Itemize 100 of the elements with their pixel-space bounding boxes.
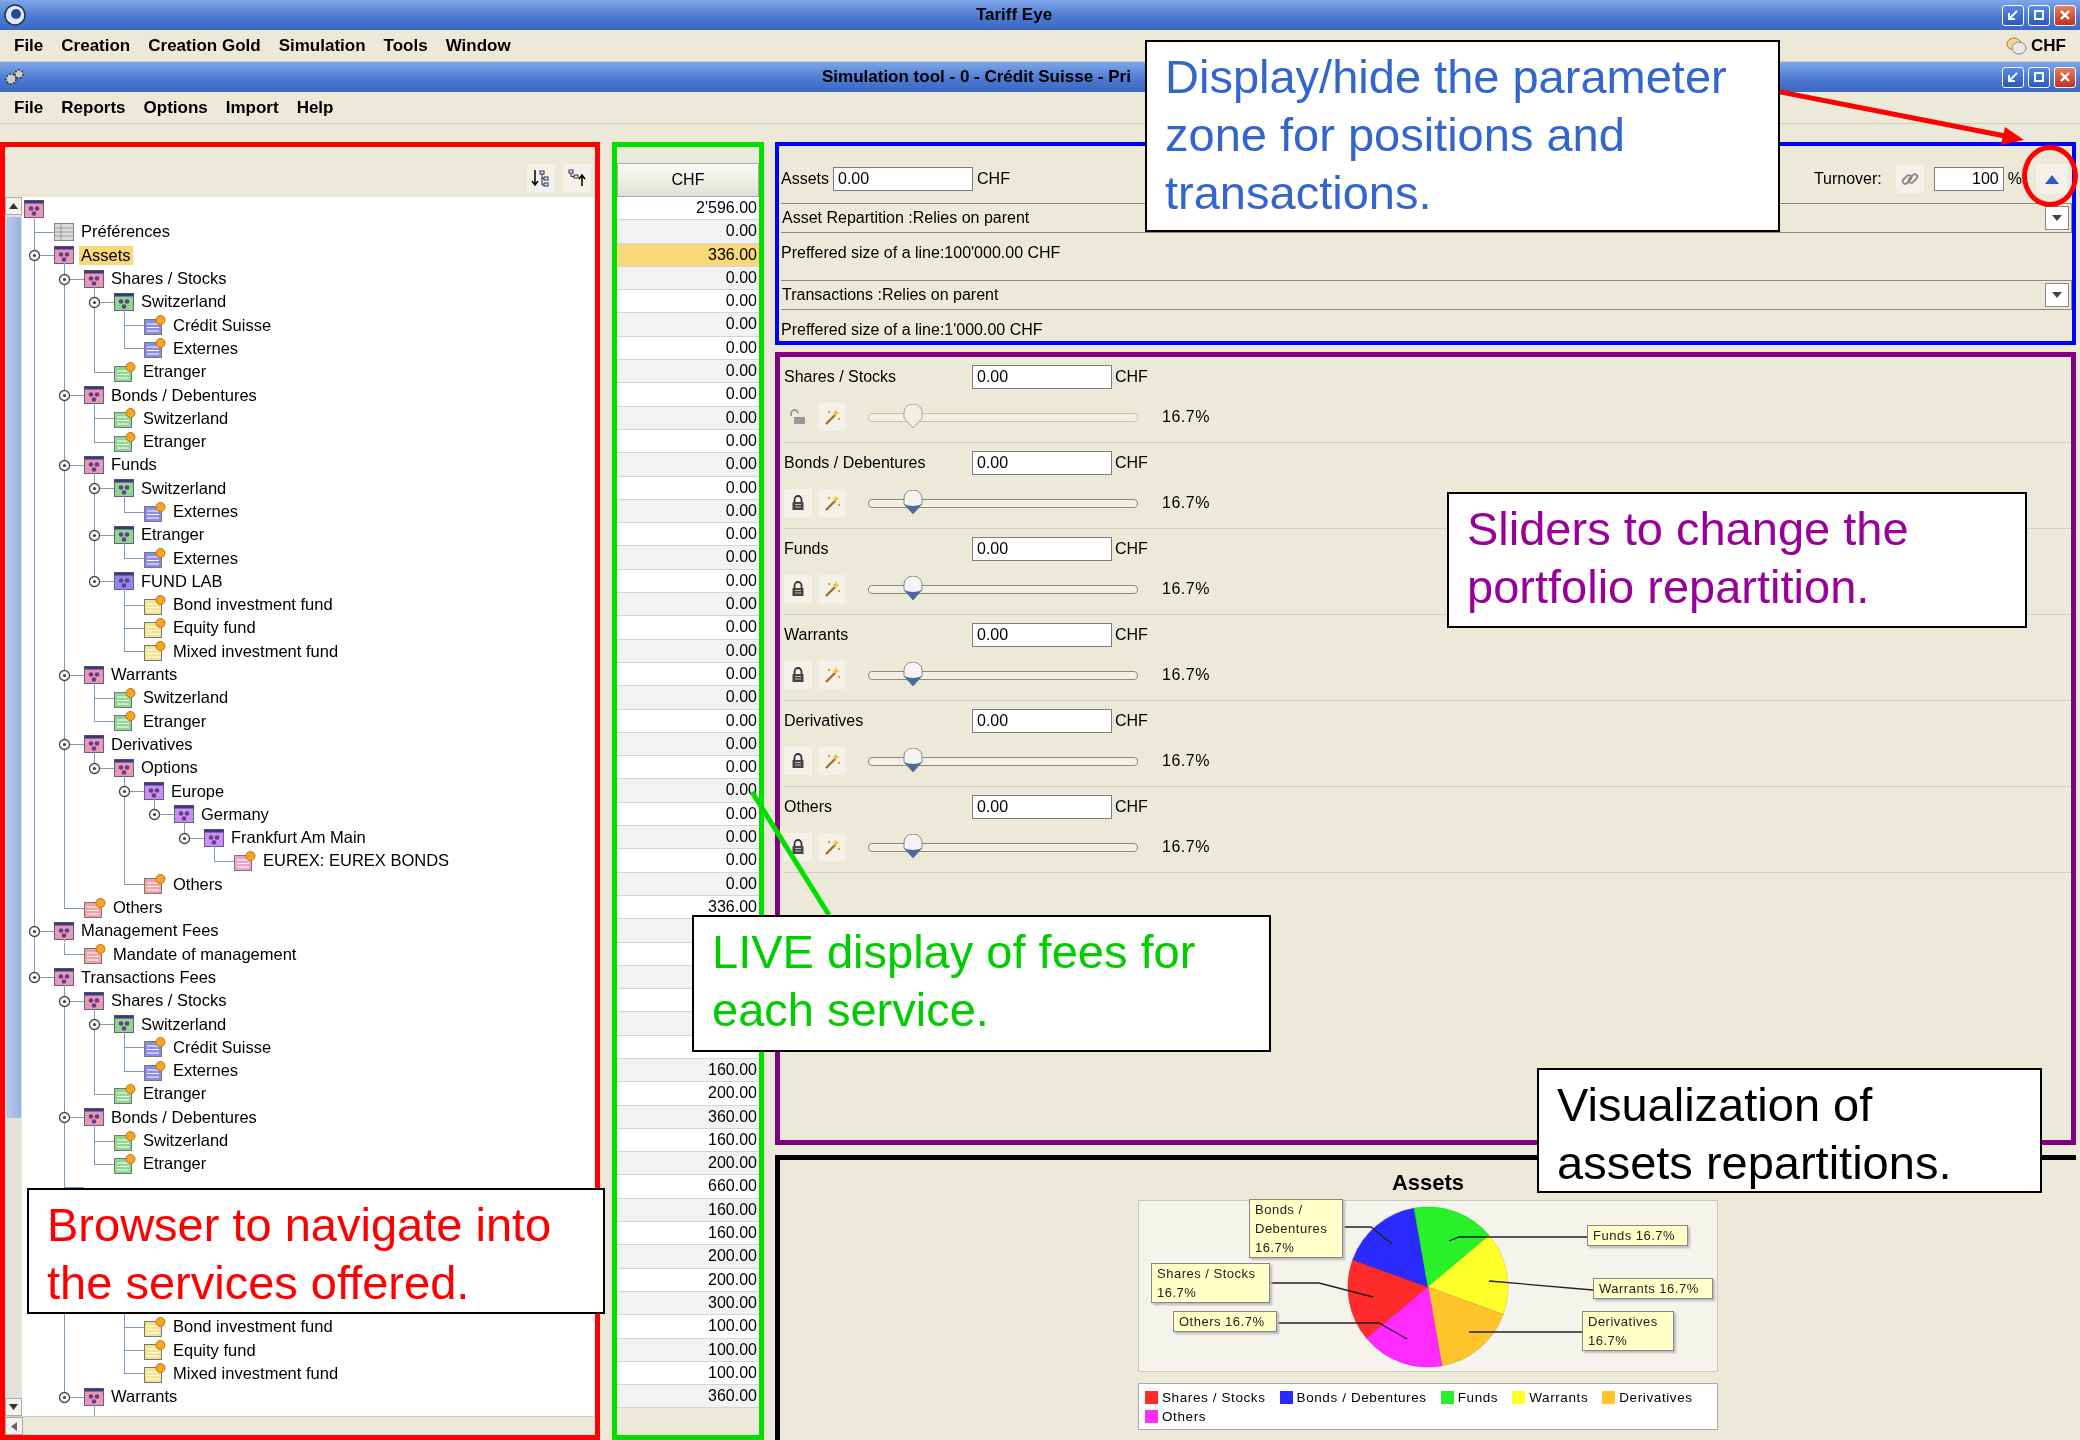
tree-item[interactable]: Préférences (79, 222, 172, 242)
tree-item[interactable]: Etranger (141, 432, 209, 452)
menu-item[interactable]: Options (139, 95, 216, 120)
tree-toggle-icon[interactable] (58, 458, 71, 472)
tree-item[interactable]: Switzerland (141, 688, 231, 708)
tree-item[interactable]: Derivatives (109, 734, 195, 754)
menu-item[interactable]: Window (441, 33, 519, 58)
tree-item[interactable]: Crédit Suisse (171, 315, 274, 335)
slider-track[interactable] (868, 404, 1138, 430)
tree-toggle-icon[interactable] (58, 389, 71, 402)
tree-item[interactable]: Switzerland (141, 1131, 231, 1150)
amount-field[interactable]: 0.00 (972, 451, 1112, 475)
maximize-button[interactable] (2028, 66, 2050, 88)
tree-toggle-icon[interactable] (58, 668, 71, 682)
tree-toggle-icon[interactable] (88, 575, 101, 589)
slider-track[interactable] (868, 576, 1138, 602)
tree-item[interactable]: Others (111, 898, 165, 918)
tree-item[interactable]: Warrants (109, 1387, 180, 1407)
tree-toggle-icon[interactable] (58, 272, 71, 286)
close-button[interactable] (2054, 4, 2076, 26)
column-header[interactable]: CHF (617, 163, 759, 197)
tree-toggle-icon[interactable] (28, 924, 41, 938)
lock-button[interactable] (784, 747, 812, 775)
tree-item[interactable]: Bond investment fund (171, 595, 335, 615)
slider-thumb[interactable] (903, 834, 924, 860)
arrow-down-icon[interactable] (9, 1404, 18, 1410)
tree-item[interactable]: EUREX: EUREX BONDS (261, 851, 452, 871)
tree-item[interactable]: Warrants (109, 665, 180, 685)
tree-toggle-icon[interactable] (58, 1390, 71, 1404)
menu-item[interactable]: Help (292, 95, 342, 120)
tree-toggle-icon[interactable] (28, 971, 41, 985)
tree-item[interactable]: Mixed investment fund (171, 641, 341, 661)
horizontal-scrollbar[interactable] (5, 1416, 595, 1435)
tree-item[interactable]: Etranger (141, 362, 209, 382)
slider-track[interactable] (868, 748, 1138, 774)
tree-toggle-icon[interactable] (88, 295, 101, 309)
magic-wand-button[interactable] (818, 575, 846, 603)
tree-item[interactable]: Etranger (141, 1154, 209, 1174)
tree-item[interactable]: Management Fees (79, 921, 221, 941)
arrow-left-icon[interactable] (11, 1421, 17, 1431)
tree-item[interactable]: Etranger (141, 1084, 209, 1104)
tree-toggle-icon[interactable] (178, 831, 191, 845)
tree-item[interactable]: Others (171, 874, 225, 894)
tree-item[interactable]: Shares / Stocks (109, 269, 229, 289)
toggle-zone-button[interactable] (2036, 164, 2068, 194)
tree-item[interactable]: Shares / Stocks (109, 991, 229, 1011)
menu-item[interactable]: Creation (57, 33, 139, 58)
tree-toggle-icon[interactable] (58, 994, 71, 1008)
magic-wand-button[interactable] (818, 489, 846, 517)
tree-toggle-icon[interactable] (88, 528, 101, 542)
link-button[interactable] (1895, 165, 1924, 193)
tree-item[interactable]: Bonds / Debentures (109, 1107, 259, 1127)
tree-item[interactable]: Frankfurt Am Main (229, 828, 368, 848)
collapse-all-button[interactable] (563, 164, 591, 192)
tree-item[interactable]: Europe (169, 781, 227, 801)
maximize-button[interactable] (2028, 4, 2050, 26)
minimize-button[interactable] (2002, 4, 2024, 26)
lock-button[interactable] (784, 661, 812, 689)
tree-toggle-icon[interactable] (88, 761, 101, 775)
expand-all-button[interactable] (527, 164, 555, 192)
arrow-up-icon[interactable] (9, 203, 18, 209)
assets-field[interactable]: 0.00 (833, 167, 973, 191)
menu-item[interactable]: Simulation (274, 33, 374, 58)
tree-item[interactable]: Funds (109, 455, 159, 475)
amount-field[interactable]: 0.00 (972, 795, 1112, 819)
slider-track[interactable] (868, 662, 1138, 688)
slider-thumb[interactable] (903, 662, 924, 688)
menu-item[interactable]: File (10, 95, 52, 120)
menu-item[interactable]: Import (221, 95, 287, 120)
dropdown[interactable]: Transactions :Relies on parent (781, 280, 2072, 310)
tree-toggle-icon[interactable] (58, 1111, 71, 1125)
tree-item[interactable]: Germany (199, 804, 271, 824)
tree-item[interactable]: Externes (171, 1061, 241, 1081)
tree-item[interactable]: Equity fund (171, 618, 258, 638)
tree-item[interactable]: Equity fund (171, 1340, 258, 1360)
lock-button[interactable] (784, 489, 812, 517)
slider-thumb[interactable] (903, 748, 924, 774)
amount-field[interactable]: 0.00 (972, 537, 1112, 561)
magic-wand-button[interactable] (818, 747, 846, 775)
tree-item[interactable]: Switzerland (139, 1014, 229, 1034)
menu-item[interactable]: Reports (57, 95, 134, 120)
tree-item[interactable]: Transactions Fees (79, 967, 219, 987)
minimize-button[interactable] (2002, 66, 2024, 88)
tree-toggle-icon[interactable] (118, 785, 131, 799)
tree-item[interactable]: Assets (79, 245, 133, 265)
tree-item[interactable]: Etranger (141, 711, 209, 731)
menu-item[interactable]: Creation Gold (144, 33, 269, 58)
slider-track[interactable] (868, 490, 1138, 516)
slider-thumb[interactable] (903, 490, 924, 516)
turnover-field[interactable]: 100 (1933, 167, 2004, 191)
tree-item[interactable]: Mixed investment fund (171, 1364, 341, 1383)
slider-track[interactable] (868, 834, 1138, 860)
tree-toggle-icon[interactable] (88, 1018, 101, 1032)
magic-wand-button[interactable] (818, 833, 846, 861)
magic-wand-button[interactable] (818, 403, 846, 431)
tree-item[interactable]: Bond investment fund (171, 1317, 335, 1337)
tree-item[interactable]: Bonds / Debentures (109, 385, 259, 405)
tree-toggle-icon[interactable] (58, 738, 71, 752)
slider-thumb[interactable] (903, 576, 924, 602)
tree-item[interactable]: Switzerland (139, 292, 229, 312)
